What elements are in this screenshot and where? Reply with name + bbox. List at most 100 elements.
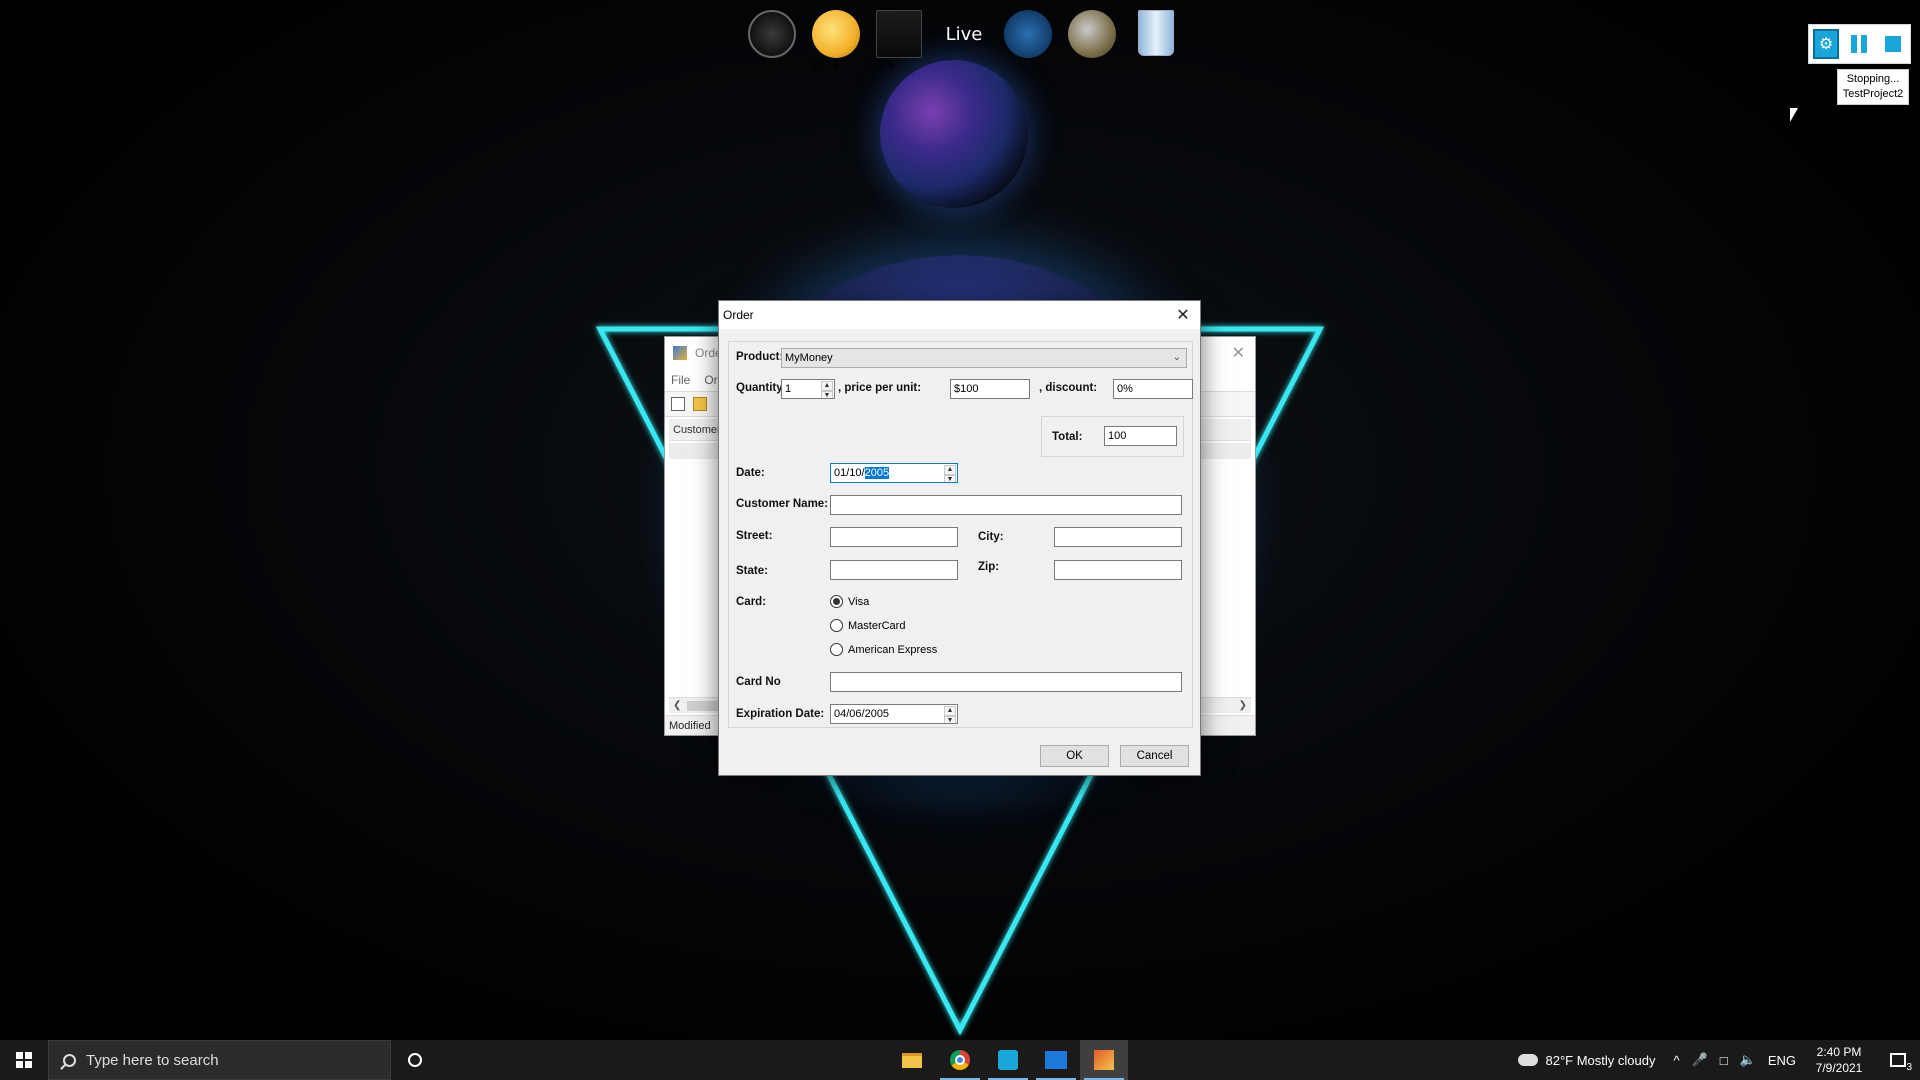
search-icon bbox=[63, 1053, 76, 1067]
quantity-label: Quantity: bbox=[736, 382, 787, 394]
notification-count: 3 bbox=[1906, 1062, 1912, 1073]
folder-icon bbox=[902, 1052, 922, 1068]
steam-icon[interactable] bbox=[1004, 10, 1052, 70]
card-option-amex-label: American Express bbox=[848, 643, 938, 656]
zip-field[interactable] bbox=[1054, 560, 1182, 580]
order-app-button[interactable] bbox=[1080, 1040, 1128, 1080]
date-spin-buttons[interactable]: ▲ ▼ bbox=[944, 465, 956, 482]
card-label: Card: bbox=[736, 596, 767, 608]
notification-center-button[interactable]: 3 bbox=[1876, 1040, 1920, 1080]
dialog-titlebar: Order ✕ bbox=[719, 301, 1200, 329]
product-combo[interactable]: MyMoney ⌄ bbox=[781, 348, 1187, 368]
weather-gadget[interactable]: 82° F bbox=[812, 10, 860, 72]
video-app-button[interactable] bbox=[1032, 1040, 1080, 1080]
clock-date: 7/9/2021 bbox=[1815, 1061, 1863, 1075]
open-folder-icon[interactable] bbox=[693, 397, 707, 411]
chrome-button[interactable] bbox=[936, 1040, 984, 1080]
search-placeholder: Type here to search bbox=[86, 1051, 219, 1069]
pause-button[interactable] bbox=[1847, 29, 1872, 59]
card-option-amex[interactable]: American Express bbox=[830, 643, 937, 656]
dialog-title: Order bbox=[723, 308, 754, 322]
new-file-icon[interactable] bbox=[671, 397, 685, 411]
price-field[interactable]: $100 bbox=[950, 379, 1030, 399]
taskbar-clock[interactable]: 2:40 PM 7/9/2021 bbox=[1802, 1044, 1876, 1076]
start-button[interactable] bbox=[0, 1040, 48, 1080]
zip-label: Zip: bbox=[978, 561, 1000, 573]
order-form-group: Product: MyMoney ⌄ Quantity: 1 ▲ ▼ , pric… bbox=[728, 341, 1193, 728]
price-label: , price per unit: bbox=[838, 382, 922, 394]
total-field[interactable]: 100 bbox=[1104, 426, 1177, 446]
mouse-cursor bbox=[1790, 108, 1798, 122]
chevron-down-icon: ⌄ bbox=[1172, 352, 1181, 363]
date-value-prefix: 01/10/ bbox=[834, 467, 865, 479]
notification-icon bbox=[1890, 1053, 1906, 1067]
live-gadget[interactable]: Live bbox=[940, 10, 988, 70]
cortana-button[interactable] bbox=[391, 1040, 439, 1080]
taskbar: Type here to search 82°F Mostly cloudy ^… bbox=[0, 1040, 1920, 1080]
test-runner-icon bbox=[998, 1050, 1018, 1070]
quantity-value: 1 bbox=[785, 383, 792, 395]
scroll-right-icon[interactable]: ❯ bbox=[1239, 700, 1247, 711]
menu-file[interactable]: File bbox=[671, 373, 690, 387]
card-option-visa[interactable]: Visa bbox=[830, 595, 869, 608]
state-field[interactable] bbox=[830, 560, 958, 580]
customer-name-field[interactable] bbox=[830, 495, 1182, 515]
test-runner-widget: ⚙ bbox=[1808, 24, 1911, 64]
city-label: City: bbox=[978, 531, 1004, 543]
total-label: Total: bbox=[1052, 431, 1083, 443]
radio-selected-icon bbox=[830, 595, 843, 608]
runner-status: Stopping... bbox=[1846, 73, 1900, 85]
taskbar-search-box[interactable]: Type here to search bbox=[48, 1040, 391, 1080]
cpu-percent: 5% bbox=[876, 58, 894, 72]
test-runner-button[interactable] bbox=[984, 1040, 1032, 1080]
price-value: $100 bbox=[954, 383, 979, 395]
volume-icon[interactable]: 🔈 bbox=[1734, 1052, 1762, 1068]
card-no-field[interactable] bbox=[830, 672, 1182, 692]
card-no-label: Card No bbox=[736, 676, 781, 688]
customer-name-label: Customer Name: bbox=[736, 498, 829, 510]
cloud-icon bbox=[1517, 1054, 1538, 1066]
microphone-icon[interactable]: 🎤 bbox=[1686, 1052, 1714, 1068]
card-option-visa-label: Visa bbox=[848, 595, 870, 608]
network-icon[interactable]: □ bbox=[1714, 1053, 1734, 1068]
cpu-meter-gadget[interactable]: 5% bbox=[876, 10, 924, 72]
expiration-date-picker[interactable]: 04/06/2005 ▲ ▼ bbox=[830, 704, 958, 724]
city-field[interactable] bbox=[1054, 527, 1182, 547]
file-explorer-button[interactable] bbox=[888, 1040, 936, 1080]
expiration-date-label: Expiration Date: bbox=[736, 708, 825, 720]
quantity-stepper[interactable]: 1 ▲ ▼ bbox=[781, 379, 835, 399]
menu-order[interactable]: Or bbox=[704, 373, 717, 387]
app-icon bbox=[673, 346, 687, 360]
close-icon[interactable]: ✕ bbox=[1232, 343, 1245, 363]
stop-button[interactable] bbox=[1881, 29, 1906, 59]
runner-logo-icon[interactable]: ⚙ bbox=[1813, 29, 1840, 59]
card-option-mastercard[interactable]: MasterCard bbox=[830, 619, 905, 632]
street-label: Street: bbox=[736, 530, 773, 542]
street-field[interactable] bbox=[830, 527, 958, 547]
date-value-selected: 2005 bbox=[864, 467, 890, 479]
cancel-button[interactable]: Cancel bbox=[1120, 745, 1189, 767]
date-picker[interactable]: 01/10/2005 ▲ ▼ bbox=[830, 463, 958, 483]
discount-value: 0% bbox=[1117, 383, 1133, 395]
recycle-bin-icon[interactable] bbox=[1132, 10, 1180, 70]
discount-field[interactable]: 0% bbox=[1113, 379, 1193, 399]
globe-icon[interactable] bbox=[1068, 10, 1116, 70]
state-label: State: bbox=[736, 565, 768, 577]
clock-gadget[interactable] bbox=[748, 10, 796, 70]
language-indicator[interactable]: ENG bbox=[1762, 1053, 1802, 1068]
card-option-mastercard-label: MasterCard bbox=[848, 619, 906, 632]
scroll-left-icon[interactable]: ❮ bbox=[673, 700, 681, 711]
chevron-up-icon[interactable]: ^ bbox=[1667, 1053, 1685, 1068]
product-value: MyMoney bbox=[785, 352, 833, 364]
close-icon[interactable]: ✕ bbox=[1172, 304, 1194, 326]
order-app-icon bbox=[1094, 1050, 1114, 1070]
quantity-spin-buttons[interactable]: ▲ ▼ bbox=[821, 381, 833, 398]
ok-button[interactable]: OK bbox=[1040, 745, 1109, 767]
radio-unselected-icon bbox=[830, 619, 843, 632]
video-icon bbox=[1045, 1051, 1067, 1069]
expiration-spin-buttons[interactable]: ▲ ▼ bbox=[944, 706, 956, 723]
clock-time: 2:40 PM bbox=[1816, 1045, 1862, 1059]
cortana-circle-icon bbox=[408, 1053, 422, 1067]
taskbar-weather[interactable]: 82°F Mostly cloudy bbox=[1506, 1053, 1668, 1068]
total-group: Total: 100 bbox=[1041, 416, 1184, 457]
